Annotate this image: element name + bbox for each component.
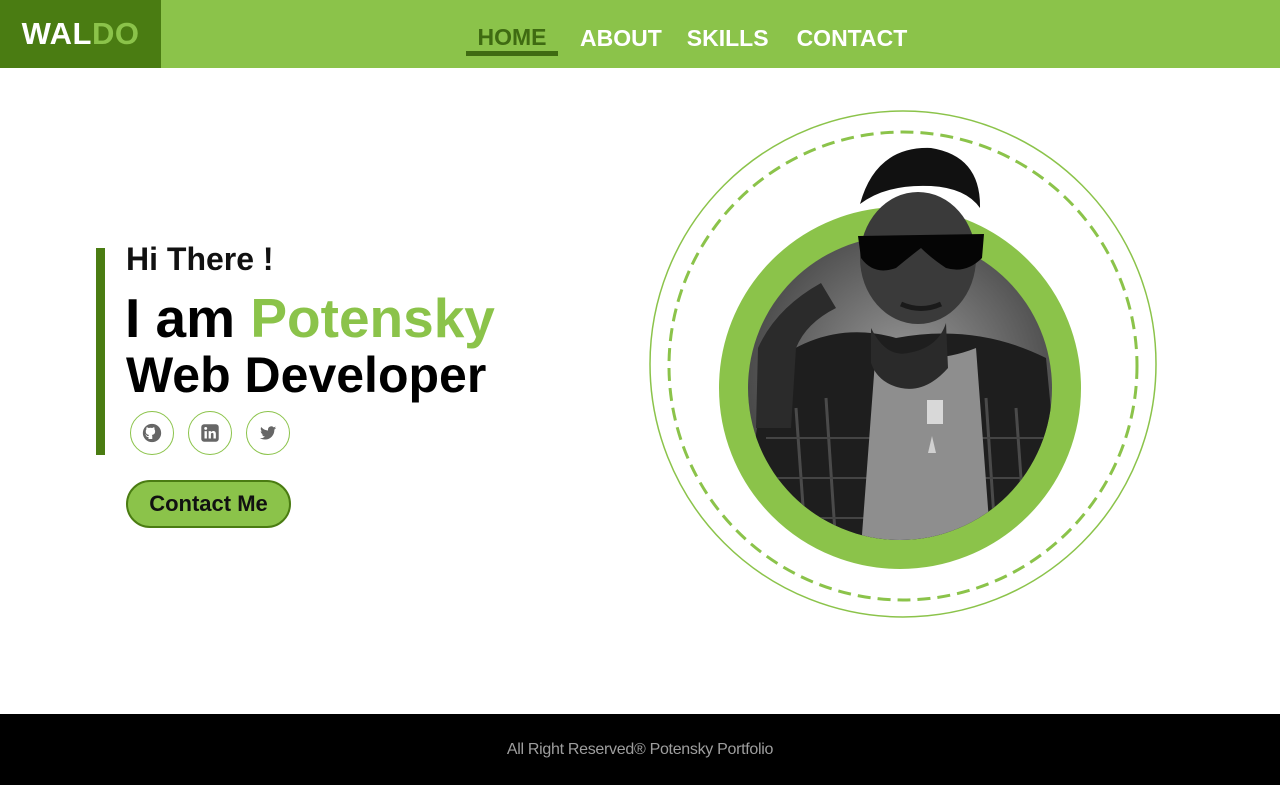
linkedin-link[interactable] xyxy=(188,411,232,455)
logo-text-part2: DO xyxy=(91,16,140,51)
footer-text: All Right Reserved® Potensky Portfolio xyxy=(506,740,774,758)
github-link[interactable] xyxy=(130,411,174,455)
twitter-link[interactable] xyxy=(246,411,290,455)
github-icon xyxy=(142,423,162,443)
nav-home[interactable]: HOME xyxy=(466,24,558,56)
portrait-graphic xyxy=(646,108,1160,622)
social-links xyxy=(130,411,304,455)
twitter-icon xyxy=(259,426,277,440)
nav-about[interactable]: ABOUT xyxy=(580,25,662,52)
headline: I am Potensky xyxy=(125,286,495,350)
site-footer: All Right Reserved® Potensky Portfolio xyxy=(0,714,1280,785)
logo-text-part1: WAL xyxy=(21,16,92,51)
intro-accent-bar xyxy=(96,248,105,455)
headline-name: Potensky xyxy=(250,287,495,349)
contact-me-button[interactable]: Contact Me xyxy=(126,480,291,528)
main-nav: HOME ABOUT SKILLS CONTACT xyxy=(466,0,907,68)
linkedin-icon xyxy=(201,424,219,442)
site-header: WAL DO HOME ABOUT SKILLS CONTACT xyxy=(0,0,1280,68)
greeting-text: Hi There ! xyxy=(126,241,274,277)
logo[interactable]: WAL DO xyxy=(0,0,161,68)
headline-prefix: I am xyxy=(125,287,251,349)
role-text: Web Developer xyxy=(126,347,487,403)
nav-skills[interactable]: SKILLS xyxy=(687,25,769,52)
portrait-svg xyxy=(649,110,1157,618)
nav-contact[interactable]: CONTACT xyxy=(797,25,908,52)
